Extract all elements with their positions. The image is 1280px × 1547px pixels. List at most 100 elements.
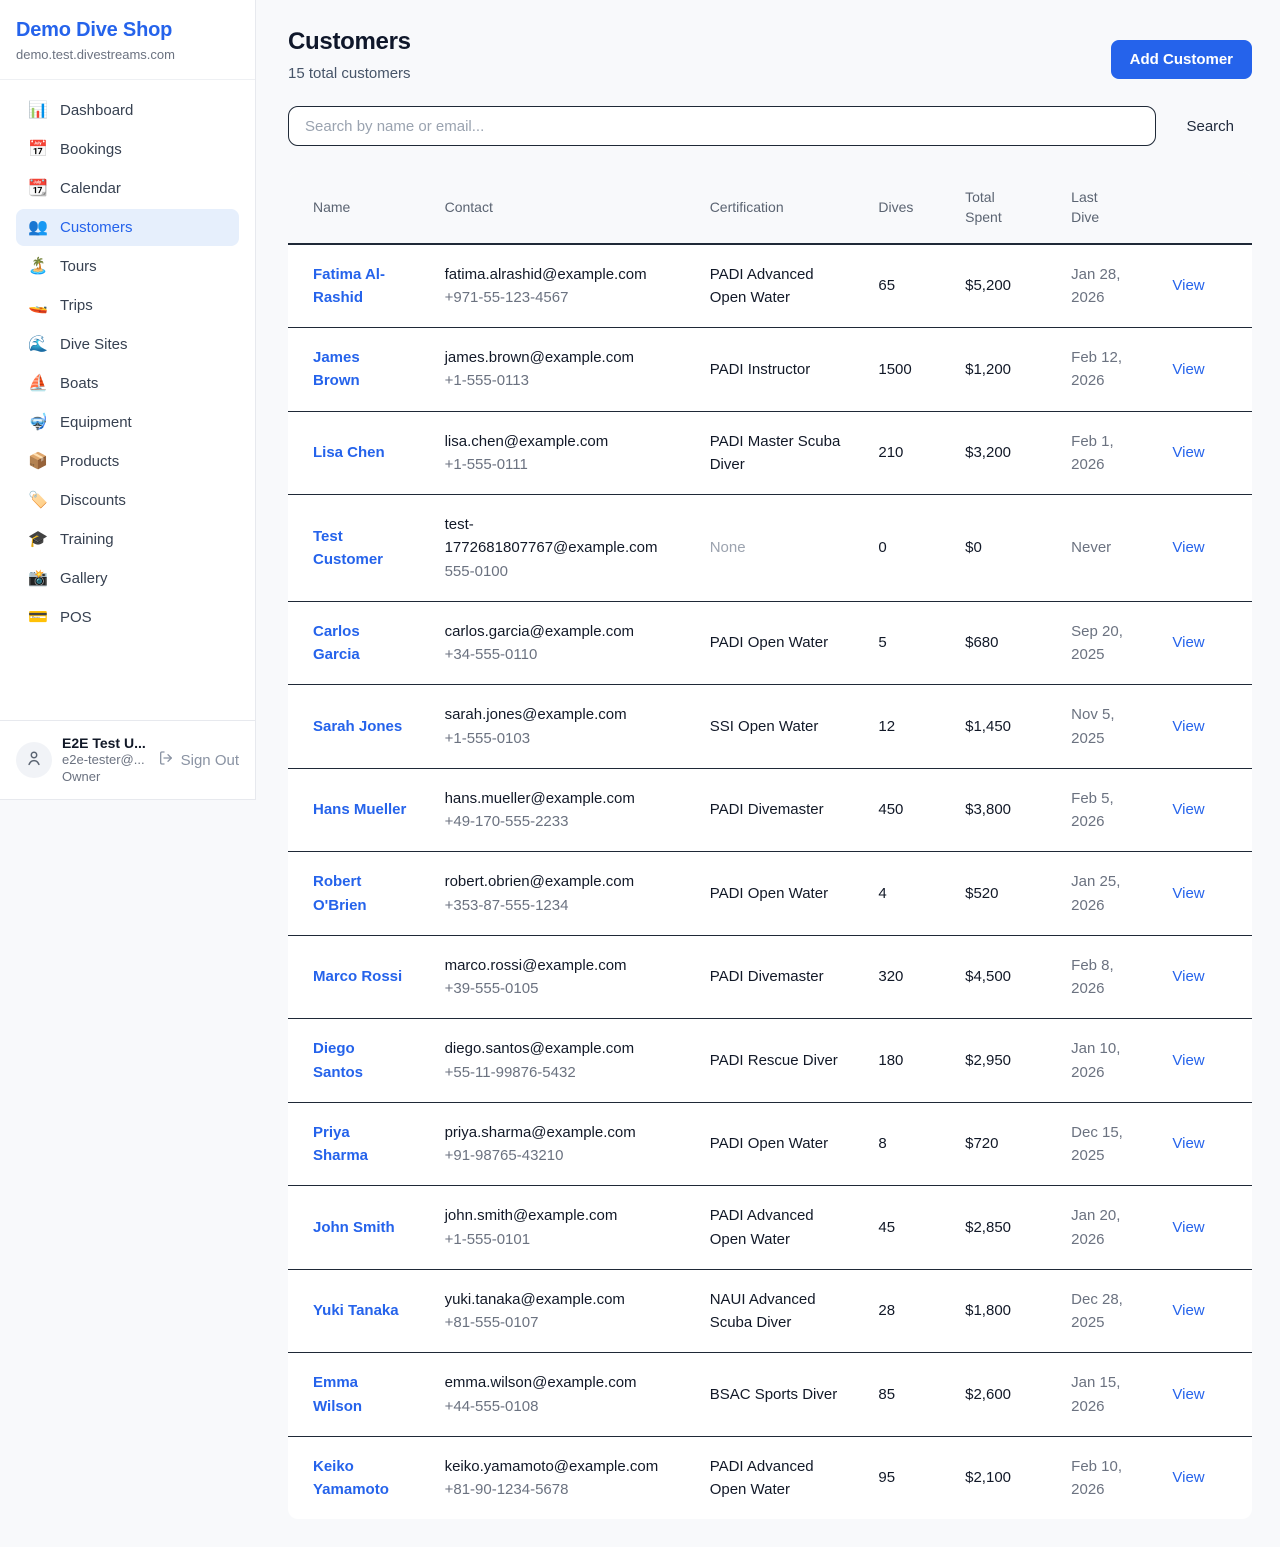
- customer-name-link[interactable]: Diego Santos: [313, 1040, 363, 1080]
- customer-name-link[interactable]: Hans Mueller: [313, 801, 406, 818]
- customer-view-link[interactable]: View: [1172, 885, 1204, 902]
- customer-name-link[interactable]: Fatima Al-Rashid: [313, 266, 385, 306]
- customer-view-link[interactable]: View: [1172, 1135, 1204, 1152]
- customer-view-link[interactable]: View: [1172, 634, 1204, 651]
- customer-total-spent: $2,950: [953, 1019, 1059, 1103]
- customer-dives: 0: [866, 495, 953, 602]
- customer-view-link[interactable]: View: [1172, 539, 1204, 556]
- customer-view-link[interactable]: View: [1172, 801, 1204, 818]
- user-email: e2e-tester@...: [62, 752, 148, 769]
- customer-row: Carlos Garcia carlos.garcia@example.com …: [288, 601, 1252, 685]
- sidebar-item-dive-sites[interactable]: 🌊 Dive Sites: [16, 326, 239, 363]
- customer-name-link[interactable]: Yuki Tanaka: [313, 1302, 399, 1319]
- column-header-contact: Contact: [433, 172, 698, 244]
- search-button[interactable]: Search: [1186, 118, 1234, 135]
- customer-view-link[interactable]: View: [1172, 1386, 1204, 1403]
- sidebar-item-products[interactable]: 📦 Products: [16, 443, 239, 480]
- customer-view-link[interactable]: View: [1172, 277, 1204, 294]
- customer-last-dive: Jan 28, 2026: [1059, 244, 1160, 328]
- customer-certification: PADI Advanced Open Water: [710, 266, 814, 306]
- customer-name-link[interactable]: John Smith: [313, 1219, 395, 1236]
- sidebar-item-calendar[interactable]: 📆 Calendar: [16, 170, 239, 207]
- sidebar: Demo Dive Shop demo.test.divestreams.com…: [0, 0, 256, 800]
- tear-off-calendar-icon: 📆: [28, 181, 48, 197]
- customer-total-spent: $520: [953, 852, 1059, 936]
- customer-name-link[interactable]: Marco Rossi: [313, 968, 402, 985]
- sidebar-item-tours[interactable]: 🏝️ Tours: [16, 248, 239, 285]
- customer-view-link[interactable]: View: [1172, 1219, 1204, 1236]
- customer-phone: +1-555-0111: [445, 453, 686, 476]
- customer-name-link[interactable]: Sarah Jones: [313, 718, 402, 735]
- credit-card-icon: 💳: [28, 610, 48, 626]
- customer-last-dive: Sep 20, 2025: [1059, 601, 1160, 685]
- customer-name-link[interactable]: Lisa Chen: [313, 444, 385, 461]
- customer-email: test-1772681807767@example.com: [445, 513, 686, 560]
- customer-total-spent: $1,450: [953, 685, 1059, 769]
- customer-view-link[interactable]: View: [1172, 1302, 1204, 1319]
- bar-chart-icon: 📊: [28, 103, 48, 119]
- customer-name-link[interactable]: Carlos Garcia: [313, 623, 360, 663]
- search-input[interactable]: [288, 106, 1156, 146]
- customer-phone: +353-87-555-1234: [445, 894, 686, 917]
- sailboat-icon: ⛵: [28, 376, 48, 392]
- customer-last-dive: Feb 10, 2026: [1059, 1436, 1160, 1519]
- customer-view-link[interactable]: View: [1172, 1052, 1204, 1069]
- sidebar-item-discounts[interactable]: 🏷️ Discounts: [16, 482, 239, 519]
- customer-last-dive: Nov 5, 2025: [1059, 685, 1160, 769]
- customer-row: Marco Rossi marco.rossi@example.com +39-…: [288, 935, 1252, 1019]
- wave-icon: 🌊: [28, 337, 48, 353]
- customer-name-link[interactable]: Emma Wilson: [313, 1374, 362, 1414]
- customer-name-link[interactable]: Robert O'Brien: [313, 873, 367, 913]
- customer-certification: PADI Open Water: [710, 885, 828, 902]
- page-title: Customers: [288, 28, 411, 56]
- customer-last-dive: Feb 5, 2026: [1059, 768, 1160, 852]
- customer-email: hans.mueller@example.com: [445, 787, 686, 810]
- customer-view-link[interactable]: View: [1172, 968, 1204, 985]
- customer-dives: 180: [866, 1019, 953, 1103]
- customer-phone: +1-555-0113: [445, 369, 686, 392]
- sidebar-item-bookings[interactable]: 📅 Bookings: [16, 131, 239, 168]
- calendar-icon: 📅: [28, 142, 48, 158]
- customer-view-link[interactable]: View: [1172, 361, 1204, 378]
- customer-dives: 85: [866, 1353, 953, 1437]
- customer-dives: 4: [866, 852, 953, 936]
- customer-name-link[interactable]: Priya Sharma: [313, 1124, 368, 1164]
- customer-view-link[interactable]: View: [1172, 718, 1204, 735]
- customer-view-link[interactable]: View: [1172, 1469, 1204, 1486]
- customer-name-link[interactable]: Test Customer: [313, 528, 383, 568]
- user-info: E2E Test U... e2e-tester@... Owner: [62, 734, 148, 786]
- customer-view-link[interactable]: View: [1172, 444, 1204, 461]
- customer-phone: +1-555-0103: [445, 727, 686, 750]
- customer-email: robert.obrien@example.com: [445, 870, 686, 893]
- customer-row: John Smith john.smith@example.com +1-555…: [288, 1186, 1252, 1270]
- customer-phone: +971-55-123-4567: [445, 286, 686, 309]
- customer-row: Diego Santos diego.santos@example.com +5…: [288, 1019, 1252, 1103]
- customer-email: priya.sharma@example.com: [445, 1121, 686, 1144]
- customer-total-spent: $4,500: [953, 935, 1059, 1019]
- sign-out-button[interactable]: Sign Out: [158, 750, 239, 770]
- customer-certification: PADI Open Water: [710, 1135, 828, 1152]
- sidebar-item-equipment[interactable]: 🤿 Equipment: [16, 404, 239, 441]
- customer-certification: PADI Rescue Diver: [710, 1052, 838, 1069]
- sidebar-item-dashboard[interactable]: 📊 Dashboard: [16, 92, 239, 129]
- customer-name-link[interactable]: Keiko Yamamoto: [313, 1458, 389, 1498]
- customer-certification: BSAC Sports Diver: [710, 1386, 838, 1403]
- add-customer-button[interactable]: Add Customer: [1111, 40, 1252, 79]
- package-icon: 📦: [28, 454, 48, 470]
- customer-total-spent: $3,800: [953, 768, 1059, 852]
- sidebar-header: Demo Dive Shop demo.test.divestreams.com: [0, 0, 255, 80]
- sidebar-item-boats[interactable]: ⛵ Boats: [16, 365, 239, 402]
- customer-phone: +81-90-1234-5678: [445, 1478, 686, 1501]
- column-header-name: Name: [288, 172, 433, 244]
- sidebar-item-training[interactable]: 🎓 Training: [16, 521, 239, 558]
- people-icon: 👥: [28, 220, 48, 236]
- customer-email: keiko.yamamoto@example.com: [445, 1455, 686, 1478]
- sidebar-item-pos[interactable]: 💳 POS: [16, 599, 239, 636]
- customer-row: James Brown james.brown@example.com +1-5…: [288, 328, 1252, 412]
- customer-name-link[interactable]: James Brown: [313, 349, 360, 389]
- sidebar-item-customers[interactable]: 👥 Customers: [16, 209, 239, 246]
- table-header-row: Name Contact Certification Dives Total S…: [288, 172, 1252, 244]
- sidebar-item-gallery[interactable]: 📸 Gallery: [16, 560, 239, 597]
- sidebar-item-trips[interactable]: 🚤 Trips: [16, 287, 239, 324]
- sidebar-item-label: Customers: [60, 219, 133, 236]
